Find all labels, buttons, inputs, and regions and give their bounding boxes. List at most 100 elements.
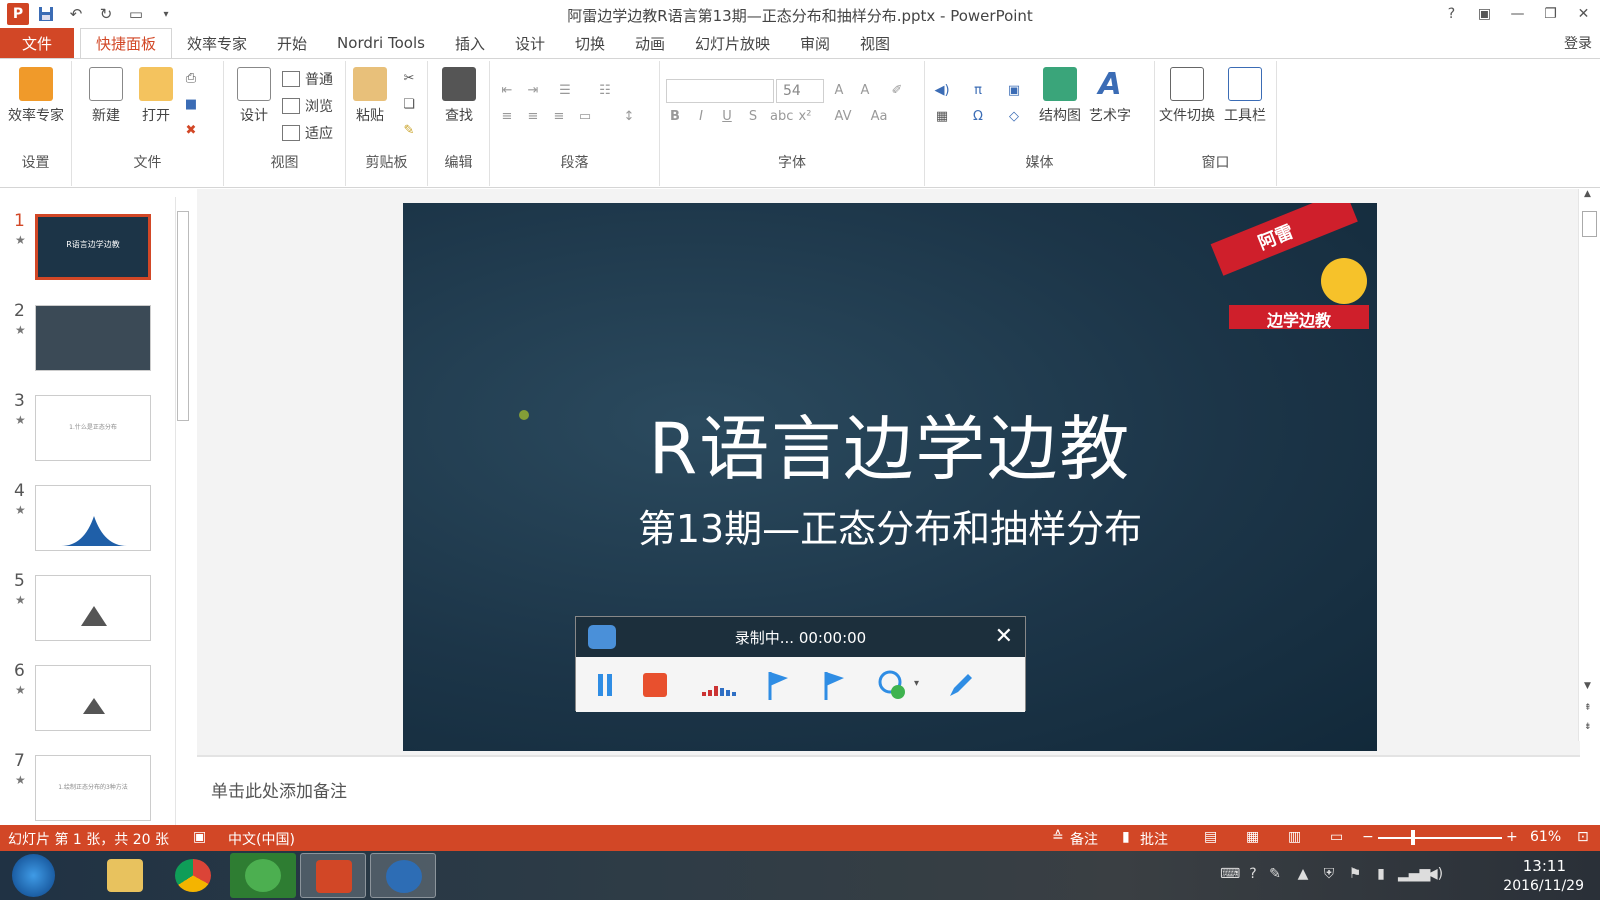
scroll-up-icon[interactable]: ▲ — [1584, 189, 1591, 199]
audio-level-icon[interactable] — [700, 668, 736, 702]
zoom-in-button[interactable]: + — [1506, 829, 1518, 845]
zoom-level[interactable]: 61% — [1530, 829, 1561, 845]
battery-icon[interactable]: ▮ — [1372, 866, 1390, 884]
line-spacing-icon[interactable]: ↕ — [620, 109, 638, 125]
recorder-close-icon[interactable]: ✕ — [995, 624, 1013, 649]
screenshot-icon[interactable]: ▣ — [1005, 83, 1023, 99]
marker-icon[interactable] — [762, 668, 796, 702]
help-tray-icon[interactable]: ? — [1244, 866, 1262, 884]
scroll-down-icon[interactable]: ▼ — [1584, 681, 1591, 691]
tab-animations[interactable]: 动画 — [620, 28, 680, 58]
slide-thumbnail-7[interactable]: 1.绘制正态分布的3种方法 — [35, 755, 151, 821]
stop-icon[interactable] — [638, 668, 672, 702]
browse-view-button[interactable]: 浏览 — [282, 96, 333, 116]
pen-icon[interactable] — [944, 668, 978, 702]
clock-time[interactable]: 13:11 — [1523, 857, 1566, 875]
change-case-icon[interactable]: Aa — [870, 109, 888, 125]
slide-title[interactable]: R语言边学边教 — [403, 393, 1377, 494]
reading-view-icon[interactable]: ▥ — [1288, 829, 1301, 845]
tab-insert[interactable]: 插入 — [440, 28, 500, 58]
symbol-icon[interactable]: Ω — [969, 109, 987, 125]
show-hidden-icons[interactable]: ▲ — [1294, 866, 1312, 884]
webcam-add-icon[interactable] — [876, 668, 910, 702]
tab-review[interactable]: 审阅 — [785, 28, 845, 58]
start-button-icon[interactable] — [12, 854, 55, 897]
equation-icon[interactable]: π — [969, 83, 987, 99]
char-spacing-icon[interactable]: AV — [834, 109, 852, 125]
justify-icon[interactable]: ▭ — [576, 109, 594, 125]
align-right-icon[interactable]: ≡ — [550, 109, 568, 125]
bold-icon[interactable]: B — [666, 109, 684, 125]
comments-icon[interactable]: ▮ — [1122, 829, 1130, 845]
help-icon[interactable]: ? — [1435, 0, 1468, 28]
taskbar-360-browser[interactable] — [230, 853, 296, 898]
volume-icon[interactable]: ◀) — [1426, 866, 1444, 884]
underline-icon[interactable]: U — [718, 109, 736, 125]
italic-icon[interactable]: I — [692, 109, 710, 125]
wordart-button[interactable]: A 艺术字 — [1080, 67, 1140, 125]
tab-file[interactable]: 文件 — [0, 28, 74, 58]
tab-quick-panel[interactable]: 快捷面板 — [80, 28, 173, 58]
webcam-dropdown-icon[interactable]: ▾ — [914, 668, 926, 702]
notes-pane[interactable]: 单击此处添加备注 — [197, 757, 1580, 825]
format-painter-icon[interactable]: ✎ — [400, 123, 418, 139]
table-icon[interactable]: ▦ — [933, 109, 951, 125]
print-icon[interactable]: ⎙ — [182, 71, 200, 87]
ribbon-display-options-icon[interactable]: ▣ — [1468, 0, 1501, 28]
shrink-font-icon[interactable]: A — [856, 83, 874, 99]
align-center-icon[interactable]: ≡ — [524, 109, 542, 125]
slide-thumbnail-3[interactable]: 1.什么是正态分布 — [35, 395, 151, 461]
workspace-scrollbar[interactable]: ▲ ▼ ⇞ ⇟ — [1578, 189, 1600, 741]
save-as-icon[interactable]: ■ — [182, 97, 200, 113]
pause-icon[interactable] — [588, 668, 622, 702]
slide-thumbnail-4[interactable] — [35, 485, 151, 551]
design-button[interactable]: 设计 — [224, 67, 284, 125]
find-button[interactable]: 查找 — [429, 67, 489, 125]
workspace-scroll-thumb[interactable] — [1582, 211, 1597, 237]
normal-view-button[interactable]: 普通 — [282, 69, 333, 89]
keyboard-icon[interactable]: ⌨ — [1220, 866, 1240, 884]
slide-thumbnail-2[interactable] — [35, 305, 151, 371]
tab-view[interactable]: 视图 — [845, 28, 905, 58]
zoom-slider-thumb[interactable] — [1411, 830, 1415, 845]
slide-thumbnail-5[interactable] — [35, 575, 151, 641]
slideshow-view-icon[interactable]: ▭ — [1330, 829, 1343, 845]
tab-home[interactable]: 开始 — [262, 28, 322, 58]
taskbar-r[interactable] — [370, 853, 436, 898]
close-file-icon[interactable]: ✖ — [182, 123, 200, 139]
comments-toggle[interactable]: 批注 — [1140, 829, 1168, 849]
login-link[interactable]: 登录 — [1564, 33, 1592, 53]
font-name-box[interactable] — [666, 79, 774, 103]
normal-view-status-icon[interactable]: ▤ — [1204, 829, 1217, 845]
paste-button[interactable]: 粘贴 — [340, 67, 400, 125]
next-slide-icon[interactable]: ⇟ — [1584, 722, 1592, 732]
action-center-flag-icon[interactable]: ⚑ — [1346, 866, 1364, 884]
fit-slide-icon[interactable]: ⊡ — [1577, 829, 1589, 845]
bullets-icon[interactable]: ☰ — [556, 83, 574, 99]
notes-placeholder[interactable]: 单击此处添加备注 — [211, 777, 347, 802]
notes-toggle[interactable]: 备注 — [1070, 829, 1098, 849]
slide-sorter-icon[interactable]: ▦ — [1246, 829, 1259, 845]
minimize-icon[interactable]: — — [1501, 0, 1534, 28]
pen-tray-icon[interactable]: ✎ — [1266, 866, 1284, 884]
thumbnails-scrollbar[interactable] — [175, 197, 189, 827]
open-button[interactable]: 打开 — [126, 67, 186, 125]
file-switch-button[interactable]: 文件切换 — [1157, 67, 1217, 125]
shapes-icon[interactable]: ◇ — [1005, 109, 1023, 125]
align-left-icon[interactable]: ≡ — [498, 109, 516, 125]
fit-view-button[interactable]: 适应 — [282, 123, 333, 143]
slide-thumbnail-6[interactable] — [35, 665, 151, 731]
copy-icon[interactable]: ❏ — [400, 97, 418, 113]
numbering-icon[interactable]: ☷ — [596, 83, 614, 99]
tab-design[interactable]: 设计 — [500, 28, 560, 58]
shadow-icon[interactable]: S — [744, 109, 762, 125]
tab-transitions[interactable]: 切换 — [560, 28, 620, 58]
taskbar-explorer[interactable] — [92, 853, 158, 898]
toolbar-button[interactable]: 工具栏 — [1215, 67, 1275, 125]
taskbar-powerpoint[interactable] — [300, 853, 366, 898]
superscript-icon[interactable]: x² — [796, 109, 814, 125]
font-size-box[interactable]: 54 — [776, 79, 824, 103]
spellcheck-icon[interactable]: ▣ — [193, 829, 206, 845]
audio-icon[interactable]: ◀) — [933, 83, 951, 99]
decrease-indent-icon[interactable]: ⇤ — [498, 83, 516, 99]
